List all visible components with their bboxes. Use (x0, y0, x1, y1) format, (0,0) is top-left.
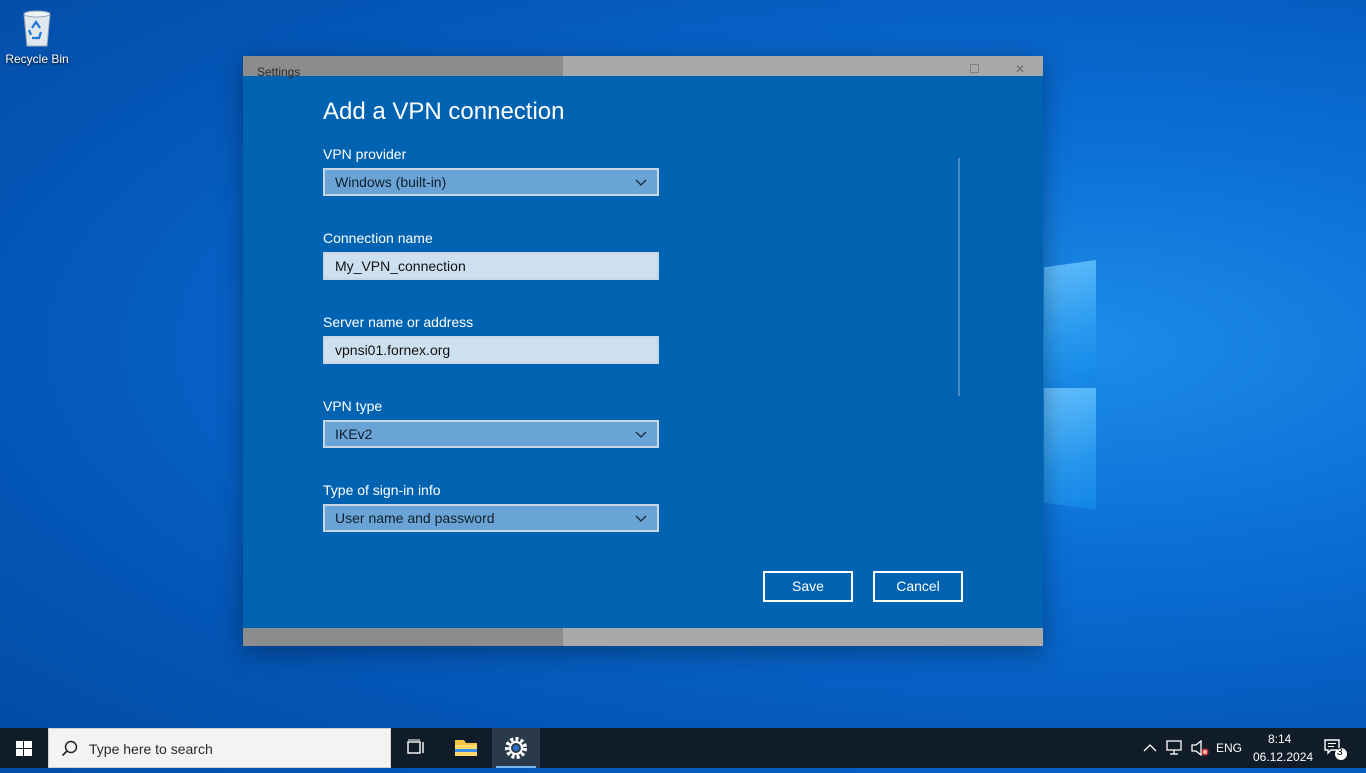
vpn-type-dropdown[interactable]: IKEv2 (323, 420, 659, 448)
recycle-bin-label: Recycle Bin (5, 52, 69, 66)
language-indicator[interactable]: ENG (1216, 741, 1242, 755)
page-title: Add a VPN connection (323, 98, 565, 125)
gear-icon (505, 737, 527, 759)
action-center-button[interactable]: 3 (1318, 734, 1348, 762)
settings-window: Settings ☐ ✕ Add a VPN connection VPN pr… (243, 56, 1043, 646)
title-bar[interactable]: Settings ☐ ✕ (243, 56, 1043, 79)
network-icon[interactable] (1166, 740, 1184, 756)
notification-count: 3 (1337, 747, 1343, 758)
cancel-button[interactable]: Cancel (873, 571, 963, 602)
chevron-down-icon (635, 431, 647, 438)
scrollbar[interactable] (958, 158, 960, 396)
connection-name-value: My_VPN_connection (335, 258, 466, 274)
server-address-label: Server name or address (323, 314, 474, 330)
taskbar-search-box[interactable]: Type here to search (48, 728, 391, 768)
chevron-up-icon[interactable] (1143, 742, 1157, 754)
window-title: Settings (257, 65, 301, 79)
notification-icon (1324, 739, 1347, 760)
start-button[interactable] (0, 728, 48, 768)
windows-logo-pane-top (1044, 260, 1096, 382)
chevron-down-icon (635, 179, 647, 186)
signin-type-value: User name and password (335, 510, 495, 526)
chevron-down-icon (635, 515, 647, 522)
search-icon (61, 740, 78, 757)
file-explorer-button[interactable] (442, 728, 490, 768)
volume-muted-icon[interactable] (1190, 740, 1210, 756)
folder-icon (455, 740, 477, 756)
task-view-button[interactable] (392, 728, 440, 768)
settings-taskbar-button[interactable] (492, 728, 540, 768)
vpn-provider-label: VPN provider (323, 146, 407, 162)
connection-name-input[interactable]: My_VPN_connection (323, 252, 659, 280)
connection-name-label: Connection name (323, 230, 433, 246)
vpn-form: Add a VPN connection (323, 98, 863, 126)
close-icon[interactable]: ✕ (1015, 62, 1025, 76)
server-address-value: vpnsi01.fornex.org (335, 342, 451, 358)
task-view-icon (407, 739, 424, 754)
signin-type-dropdown[interactable]: User name and password (323, 504, 659, 532)
search-placeholder: Type here to search (89, 741, 213, 757)
clock-date[interactable]: 06.12.2024 (1253, 750, 1313, 764)
server-address-input[interactable]: vpnsi01.fornex.org (323, 336, 659, 364)
recycle-bin-icon (19, 8, 55, 48)
vpn-provider-dropdown[interactable]: Windows (built-in) (323, 168, 659, 196)
taskbar: Type here to search ENG 8:14 06.12.2024 … (0, 728, 1366, 768)
window-bottom-bar (243, 628, 1043, 646)
vpn-type-label: VPN type (323, 398, 383, 414)
save-button[interactable]: Save (763, 571, 853, 602)
windows-logo-icon (16, 741, 32, 756)
vpn-provider-value: Windows (built-in) (335, 174, 447, 190)
clock-time[interactable]: 8:14 (1268, 732, 1291, 746)
recycle-bin-shortcut[interactable]: Recycle Bin (4, 8, 70, 66)
vpn-type-value: IKEv2 (335, 426, 373, 442)
maximize-icon[interactable]: ☐ (969, 62, 980, 76)
windows-logo-pane-bottom (1044, 388, 1096, 510)
signin-type-label: Type of sign-in info (323, 482, 441, 498)
